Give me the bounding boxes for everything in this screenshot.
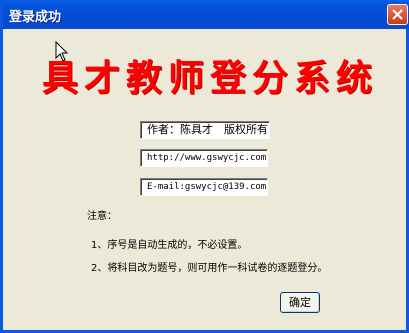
note-item-2: 2、将科目改为题号，则可用作一科试卷的逐题登分。 [91,263,328,274]
title-bar[interactable]: 登录成功 [3,0,409,29]
ok-button[interactable]: 确定 [280,292,320,313]
author-field[interactable]: 作者：陈具才 版权所有 [140,121,270,139]
note-item-1: 1、序号是自动生成的，不必设置。 [91,240,248,251]
dialog-window: 登录成功 具才教师登分系统 作者：陈具才 版权所有 http://www.gsw… [0,0,409,333]
notes-heading: 注意： [87,211,117,222]
email-field[interactable]: E-mail:gswycjc@139.com [140,178,268,196]
window-title: 登录成功 [9,10,62,25]
close-icon [392,9,403,20]
close-button[interactable] [387,4,408,25]
website-field[interactable]: http://www.gswycjc.com [140,149,268,167]
app-banner-title: 具才教师登分系统 [41,57,378,99]
